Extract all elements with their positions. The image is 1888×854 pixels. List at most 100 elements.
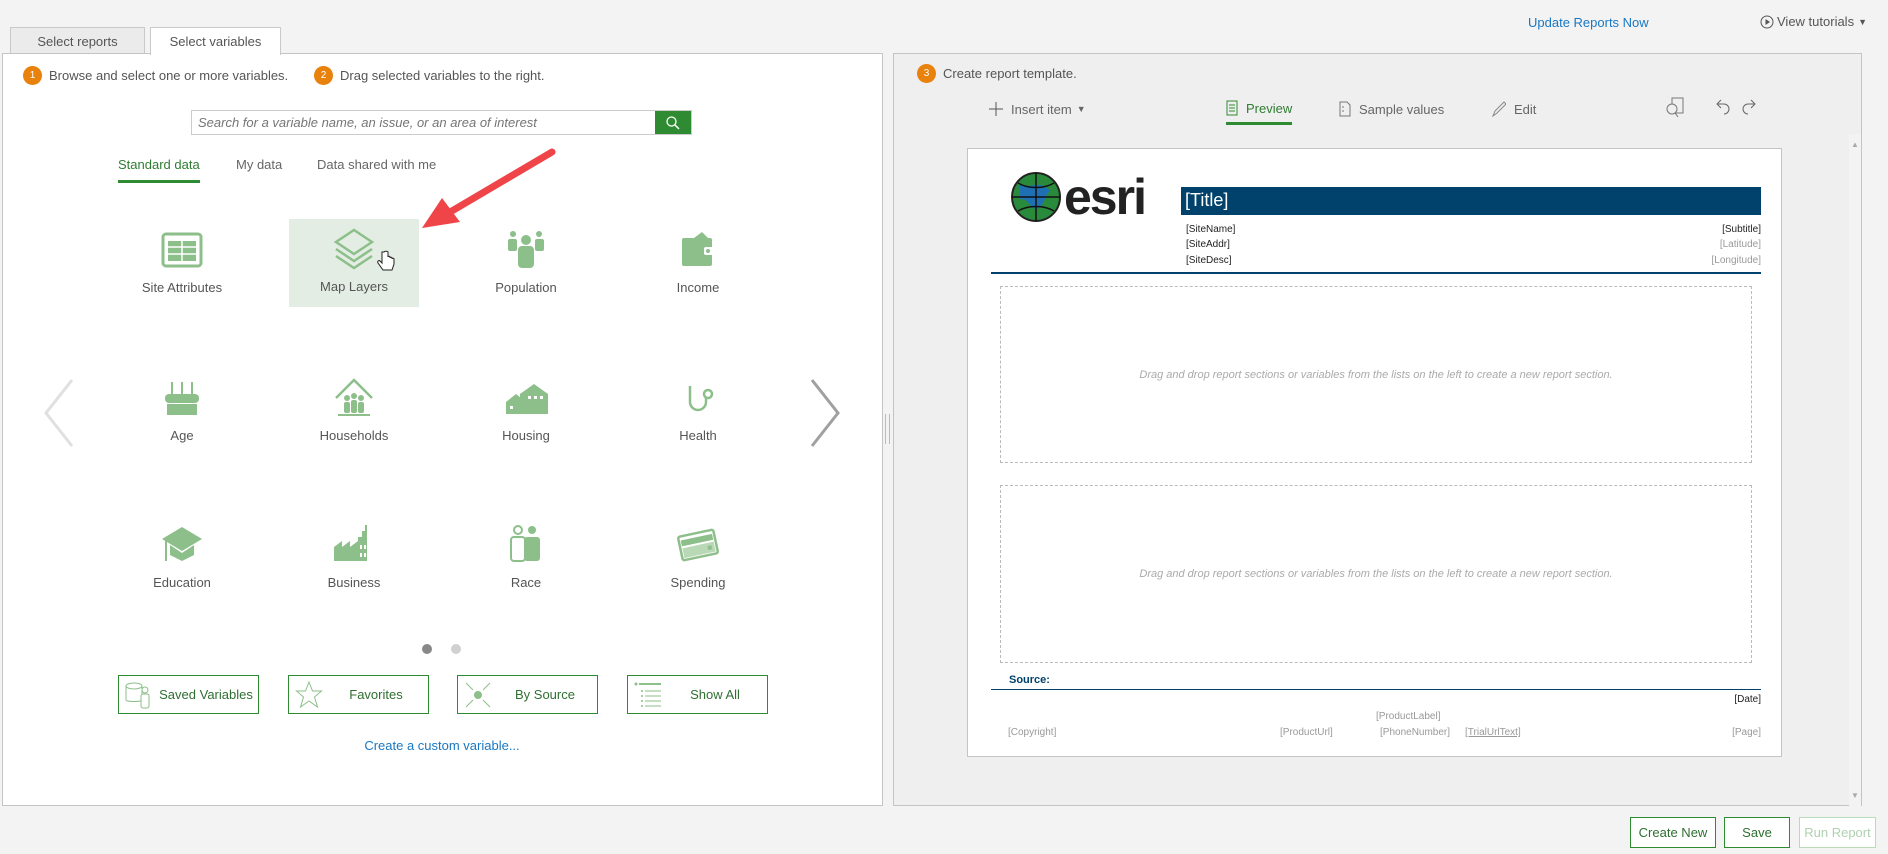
cake-icon	[165, 382, 199, 415]
category-label: Health	[679, 428, 717, 443]
scroll-down-icon[interactable]: ▼	[1849, 791, 1861, 800]
trial-url-field[interactable]: [TrialUrlText]	[1465, 727, 1521, 738]
house-family-icon	[335, 378, 373, 416]
category-label: Population	[495, 280, 557, 295]
step-text: Create report template.	[943, 66, 1077, 81]
view-tutorials-label: View tutorials	[1777, 14, 1855, 29]
by-source-button[interactable]: By Source	[457, 675, 598, 714]
source-icon	[465, 682, 491, 707]
copyright-field[interactable]: [Copyright]	[1008, 727, 1056, 738]
step-badge: 2	[314, 66, 333, 85]
pager-dot[interactable]	[451, 644, 461, 654]
step-text: Drag selected variables to the right.	[340, 68, 545, 83]
search-document-icon[interactable]	[1665, 97, 1685, 119]
run-report-button[interactable]: Run Report	[1799, 817, 1876, 848]
subtitle-field[interactable]: [Subtitle]	[1722, 224, 1761, 235]
search-icon	[666, 115, 680, 130]
toolbar-label: Sample values	[1359, 101, 1445, 117]
category-spending[interactable]: Spending	[633, 515, 763, 603]
category-race[interactable]: Race	[461, 515, 591, 603]
saved-variables-button[interactable]: Saved Variables	[118, 675, 259, 714]
category-age[interactable]: Age	[117, 368, 247, 456]
caret-down-icon: ▼	[1858, 16, 1867, 27]
button-label: By Source	[515, 687, 575, 702]
latitude-field[interactable]: [Latitude]	[1720, 239, 1761, 250]
create-custom-variable-link[interactable]: Create a custom variable...	[364, 738, 519, 753]
tab-standard-data[interactable]: Standard data	[118, 157, 200, 183]
update-reports-link[interactable]: Update Reports Now	[1528, 15, 1649, 30]
category-site-attributes[interactable]: Site Attributes	[117, 220, 247, 308]
site-addr-field[interactable]: [SiteAddr]	[1186, 239, 1230, 250]
wallet-icon	[682, 232, 714, 266]
drop-zone[interactable]: Drag and drop report sections or variabl…	[1000, 286, 1752, 463]
tab-select-variables[interactable]: Select variables	[150, 27, 281, 55]
product-url-field[interactable]: [ProductUrl]	[1280, 727, 1333, 738]
step-3: 3 Create report template.	[917, 64, 1077, 83]
undo-icon[interactable]	[1716, 98, 1732, 116]
tab-my-data[interactable]: My data	[236, 157, 282, 180]
star-icon	[295, 680, 323, 708]
category-households[interactable]: Households	[289, 368, 419, 456]
tab-select-reports[interactable]: Select reports	[10, 27, 145, 54]
splitter-handle[interactable]	[885, 414, 890, 444]
drop-zone[interactable]: Drag and drop report sections or variabl…	[1000, 485, 1752, 663]
redo-icon[interactable]	[1740, 98, 1756, 116]
category-label: Map Layers	[320, 279, 388, 294]
favorites-button[interactable]: Favorites	[288, 675, 429, 714]
footer-divider	[991, 689, 1761, 690]
pager-dot-active[interactable]	[422, 644, 432, 654]
carousel-next-button[interactable]	[808, 378, 842, 448]
category-housing[interactable]: Housing	[461, 368, 591, 456]
product-label-field[interactable]: [ProductLabel]	[1376, 711, 1441, 722]
date-field[interactable]: [Date]	[1734, 694, 1761, 705]
table-icon	[161, 232, 203, 268]
pencil-icon	[1492, 101, 1506, 117]
scroll-up-icon[interactable]: ▲	[1849, 140, 1861, 149]
caret-down-icon: ▼	[1076, 104, 1086, 114]
search-input[interactable]	[192, 111, 655, 134]
category-map-layers[interactable]: Map Layers	[289, 219, 419, 307]
insert-item-dropdown[interactable]: Insert item ▼	[989, 98, 1086, 120]
globe-icon	[1011, 172, 1061, 222]
hand-cursor-icon	[377, 250, 395, 271]
toolbar-label: Edit	[1514, 101, 1537, 117]
category-label: Education	[153, 575, 211, 590]
category-income[interactable]: Income	[633, 220, 763, 308]
save-button[interactable]: Save	[1724, 817, 1790, 848]
category-label: Spending	[670, 575, 726, 590]
scrollbar[interactable]: ▲ ▼	[1849, 134, 1861, 806]
category-education[interactable]: Education	[117, 515, 247, 603]
category-business[interactable]: Business	[289, 515, 419, 603]
button-label: Favorites	[349, 687, 403, 702]
step-text: Browse and select one or more variables.	[49, 68, 289, 83]
sample-document-icon	[1339, 101, 1351, 117]
show-all-button[interactable]: Show All	[627, 675, 768, 714]
category-label: Age	[170, 428, 194, 443]
sample-values-tab[interactable]: Sample values	[1339, 98, 1444, 120]
site-name-field[interactable]: [SiteName]	[1186, 224, 1235, 235]
category-label: Households	[319, 428, 389, 443]
toolbar-label: Preview	[1246, 100, 1293, 116]
report-title[interactable]: [Title]	[1181, 187, 1761, 215]
category-health[interactable]: Health	[633, 368, 763, 456]
phone-field[interactable]: [PhoneNumber]	[1380, 727, 1450, 738]
list-icon	[634, 682, 661, 707]
two-people-icon	[510, 525, 540, 562]
stethoscope-icon	[688, 386, 714, 412]
longitude-field[interactable]: [Longitude]	[1712, 255, 1762, 266]
view-tutorials-dropdown[interactable]: View tutorials ▼	[1760, 14, 1867, 29]
preview-tab[interactable]: Preview	[1226, 98, 1293, 125]
toolbar-label: Insert item	[1011, 101, 1072, 117]
page-field[interactable]: [Page]	[1732, 727, 1761, 738]
step-badge: 3	[917, 64, 936, 83]
layers-icon	[333, 228, 375, 270]
step-badge: 1	[23, 66, 42, 85]
category-label: Business	[327, 575, 381, 590]
site-desc-field[interactable]: [SiteDesc]	[1186, 255, 1232, 266]
carousel-prev-button[interactable]	[42, 378, 76, 448]
edit-tab[interactable]: Edit	[1492, 98, 1536, 120]
create-new-button[interactable]: Create New	[1630, 817, 1716, 848]
database-user-icon	[125, 682, 150, 708]
report-template-page: esri [Title] [SiteName] [SiteAddr] [Site…	[967, 148, 1782, 757]
search-button[interactable]	[655, 111, 691, 134]
